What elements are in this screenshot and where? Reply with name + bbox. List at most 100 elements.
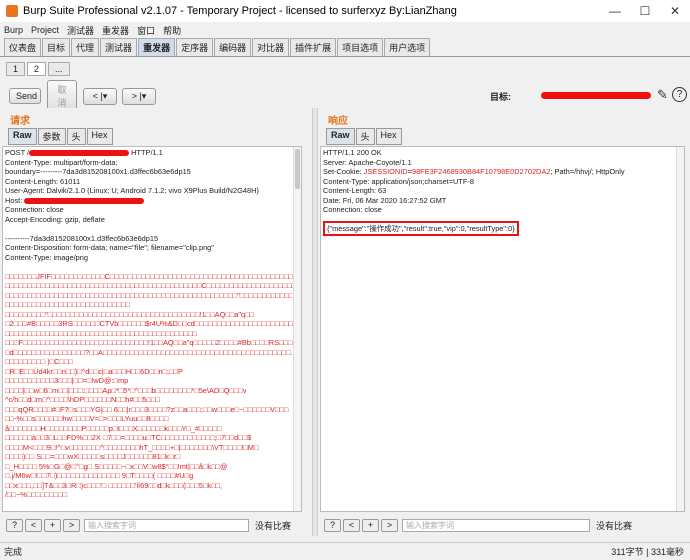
tab-repeater[interactable]: 重发器: [138, 38, 176, 56]
close-button[interactable]: ✕: [660, 4, 690, 18]
title-bar: Burp Suite Professional v2.1.07 - Tempor…: [0, 0, 690, 22]
header-line: ----------7da3d815208100x1.d3ffec6b63e6d…: [5, 233, 159, 243]
search-next-button[interactable]: >: [381, 518, 398, 532]
response-search-bar: ? < + > 输入搜索字词 没有比赛: [318, 516, 690, 534]
body-line: □□□□M<□□□9□!^□v□□□□□□□^□□□□□□□□hT_□□□□+□…: [5, 442, 259, 452]
header-line: Accept-Encoding: gzip, deflate: [5, 214, 105, 224]
body-line: □□□□□□□□□□□□□□□□□□□□□□□□□□□□□□□□□□□□□□□□…: [5, 328, 197, 338]
burp-logo-icon: [6, 5, 18, 17]
search-help-button[interactable]: ?: [6, 518, 23, 532]
header-line: Content-Type: multipart/form-data;: [5, 157, 118, 167]
search-add-button[interactable]: +: [44, 518, 61, 532]
status-text: 完成: [4, 547, 23, 557]
menu-burp[interactable]: Burp: [4, 25, 23, 35]
request-tab-hex[interactable]: Hex: [86, 128, 113, 145]
target-label: 目标:: [490, 92, 511, 102]
body-line: □□□□□□□□□□□□□□□□□□□□□□□□□□□□□□□□□□□□□□□□…: [5, 290, 299, 300]
status-bar: 完成 311字节 | 331毫秒: [0, 542, 690, 560]
history-back-button[interactable]: < |▾: [83, 87, 117, 105]
main-tabs: 仪表盘 目标 代理 测试器 重发器 定序器 编码器 对比器 插件扩展 项目选项 …: [0, 38, 690, 57]
request-search-input[interactable]: 输入搜索字词: [84, 518, 249, 532]
header-line: Content-Length: 63: [323, 186, 387, 195]
body-line: □.j/M6w□!□□7□)□□□□□□□□□□□□□□ 9□T□□□□( □□…: [5, 471, 194, 480]
tab-intruder[interactable]: 测试器: [100, 38, 138, 56]
search-match-count: 没有比赛: [255, 520, 292, 531]
search-help-button[interactable]: ?: [324, 518, 341, 532]
pencil-icon[interactable]: ✎: [657, 87, 668, 103]
menu-help[interactable]: 帮助: [163, 24, 181, 37]
repeater-tab-new[interactable]: ...: [48, 62, 70, 76]
header-line: Connection: close: [5, 205, 64, 214]
header-line: Content-Type: image/png: [5, 252, 88, 262]
tab-dashboard[interactable]: 仪表盘: [4, 38, 42, 56]
response-size-time: 311字节 | 331毫秒: [611, 547, 684, 557]
response-tab-headers[interactable]: 头: [355, 128, 375, 145]
tab-target[interactable]: 目标: [42, 38, 71, 56]
header-line: Content-Disposition: form-data; name="fi…: [5, 243, 214, 252]
request-view-tabs: Raw 参数 头 Hex: [8, 128, 114, 145]
search-prev-button[interactable]: <: [343, 518, 360, 532]
search-prev-button[interactable]: <: [25, 518, 42, 532]
repeater-tabs: 1 2 ...: [0, 58, 690, 76]
body-line: ^c/h□□d□m□^□□□□\hDP□□□□□□N□□h#□□5□□□: [5, 395, 160, 404]
menu-project[interactable]: Project: [31, 25, 59, 35]
menu-intruder[interactable]: 测试器: [67, 24, 94, 37]
request-scrollbar[interactable]: [293, 147, 301, 511]
scrollbar-thumb[interactable]: [295, 149, 300, 189]
redacted-host: [24, 197, 145, 204]
body-line: □R□E□□Úd4kr□□n□□)□^d□□c|□a□□□H□□6D□□n□;□…: [5, 366, 183, 376]
body-line: □□□□□□à□□3□L□□FD%□□2X □7□□=□□□□u□TC□□□□□…: [5, 433, 252, 442]
tab-proxy[interactable]: 代理: [71, 38, 100, 56]
send-button[interactable]: Send: [9, 88, 41, 104]
header-line: Content-Type: application/json;charset=U…: [323, 176, 474, 186]
response-pane: 响应 Raw 头 Hex HTTP/1.1 200 OK Server: Apa…: [318, 108, 690, 536]
request-tab-raw[interactable]: Raw: [8, 128, 37, 145]
request-tab-params[interactable]: 参数: [37, 128, 66, 145]
search-add-button[interactable]: +: [362, 518, 379, 532]
response-tab-hex[interactable]: Hex: [375, 128, 402, 145]
history-forward-button[interactable]: > |▾: [122, 87, 156, 105]
header-line: boundary=---------7da3d815208100x1.d3ffe…: [5, 167, 191, 176]
request-editor[interactable]: POST / HTTP/1.1 Content-Type: multipart/…: [2, 146, 302, 512]
help-icon[interactable]: ?: [672, 87, 687, 102]
request-tab-headers[interactable]: 头: [66, 128, 86, 145]
header-line: Host:: [5, 196, 299, 206]
body-line: □□□□□□□JFIF□□□□□□□□□□□□C□□□□□□□□□□□□□□□□…: [5, 271, 299, 281]
response-scrollbar[interactable]: [676, 147, 684, 511]
tab-comparer[interactable]: 对比器: [252, 38, 290, 56]
header-line: Content-Length: 61011: [5, 176, 81, 186]
repeater-tab-2[interactable]: 2: [27, 62, 47, 76]
response-tab-raw[interactable]: Raw: [326, 128, 355, 145]
repeater-tab-1[interactable]: 1: [6, 62, 26, 76]
body-line: □_H□□□□ 5%□G□@□°□g□ S□□□□□~□x□□V□w8$°□□!…: [5, 461, 228, 471]
body-line: /□□~%□□□□□□□□□: [5, 490, 68, 499]
json-response-body: {"message":"操作成功","result":true,"vip":0,…: [323, 220, 519, 236]
body-line: □□-%□□s□□□□□□hw□□□□V=□>□□□LYuu□□8□□□□: [5, 414, 169, 423]
tab-project-options[interactable]: 项目选项: [337, 38, 384, 56]
body-line: å□□□□□□□H□□□□□□□□P□□□□□p□t□□□X□□□□□□k□□□…: [5, 423, 222, 433]
menu-repeater[interactable]: 重发器: [102, 24, 129, 37]
maximize-button[interactable]: ☐: [630, 4, 660, 18]
minimize-button[interactable]: —: [600, 4, 630, 18]
response-title: 响应: [328, 116, 348, 127]
body-line: □□□□□□□□□□□□□□□□□□□□□□□□□□□□□□□□□□□□□□□□…: [5, 281, 299, 290]
menu-window[interactable]: 窗口: [137, 24, 155, 37]
response-editor[interactable]: HTTP/1.1 200 OK Server: Apache-Coyote/1.…: [320, 146, 685, 512]
tab-decoder[interactable]: 编码器: [214, 38, 252, 56]
tab-user-options[interactable]: 用户选项: [384, 38, 431, 56]
target-host-redacted[interactable]: [541, 92, 651, 99]
header-line: Server: Apache-Coyote/1.1: [323, 157, 412, 167]
body-line: □□□qQR□□□□#□F?□s□□□YG|□□ 6□□|r□□□3□□□□?z…: [5, 404, 289, 414]
search-next-button[interactable]: >: [63, 518, 80, 532]
repeater-toolbar: Send 取消 < |▾ > |▾ 目标: ✎ ?: [0, 80, 690, 112]
header-line: Connection: close: [323, 205, 382, 214]
tab-sequencer[interactable]: 定序器: [176, 38, 214, 56]
body-line: □□□□□□□□□"□□□□□□□□□□□□□□□□□□□□□□□□□□□□□□…: [5, 309, 255, 319]
body-line: □□x□□□,□□]T&□□3□R□)c□□□'□ □□□□□□'lí69□□d…: [5, 480, 223, 490]
search-match-count: 没有比赛: [596, 520, 633, 531]
tab-extender[interactable]: 插件扩展: [290, 38, 337, 56]
response-search-input[interactable]: 输入搜索字词: [402, 518, 590, 532]
request-title: 请求: [10, 116, 30, 127]
